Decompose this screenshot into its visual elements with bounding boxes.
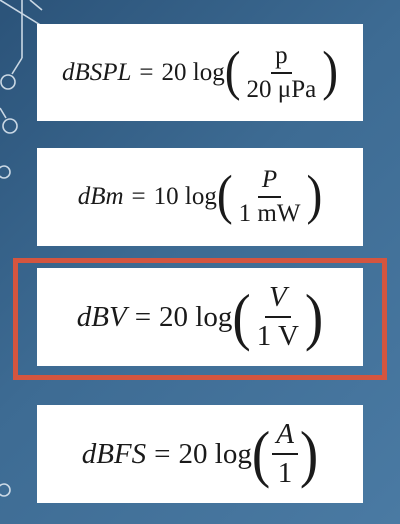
log-function: 20 log <box>178 437 252 470</box>
equals-sign: = <box>131 183 146 210</box>
right-paren: ) <box>299 418 319 490</box>
right-paren: ) <box>322 41 339 102</box>
equation-dbspl: dBSPL = 20 log ( p 20 μPa ) <box>62 42 338 104</box>
highlight-box <box>13 258 387 380</box>
numerator: A <box>272 418 298 455</box>
equation-lhs: dBFS <box>81 437 147 470</box>
equation-dbm: dBm = 10 log ( P 1 mW ) <box>78 166 323 228</box>
left-paren: ( <box>251 418 271 490</box>
equation-lhs: dBSPL <box>61 58 132 86</box>
fraction: p 20 μPa <box>243 42 321 104</box>
left-paren: ( <box>224 41 241 102</box>
numerator: p <box>271 42 292 74</box>
log-function: 20 log <box>161 58 225 86</box>
log-function: 10 log <box>153 183 217 210</box>
fraction: A 1 <box>272 418 298 490</box>
denominator: 1 mW <box>238 200 301 227</box>
denominator: 20 μPa <box>246 75 317 103</box>
right-paren: ) <box>306 166 323 227</box>
equation-lhs: dBm <box>77 183 124 210</box>
equation-dbfs: dBFS = 20 log ( A 1 ) <box>82 418 319 490</box>
equation-card-dbfs: dBFS = 20 log ( A 1 ) <box>37 405 363 503</box>
equals-sign: = <box>139 58 154 86</box>
denominator: 1 <box>277 457 293 489</box>
equation-card-dbm: dBm = 10 log ( P 1 mW ) <box>37 148 363 246</box>
left-paren: ( <box>216 166 233 227</box>
numerator: P <box>257 166 282 198</box>
equation-card-dbspl: dBSPL = 20 log ( p 20 μPa ) <box>37 24 363 121</box>
equals-sign: = <box>154 437 171 470</box>
fraction: P 1 mW <box>235 166 305 228</box>
